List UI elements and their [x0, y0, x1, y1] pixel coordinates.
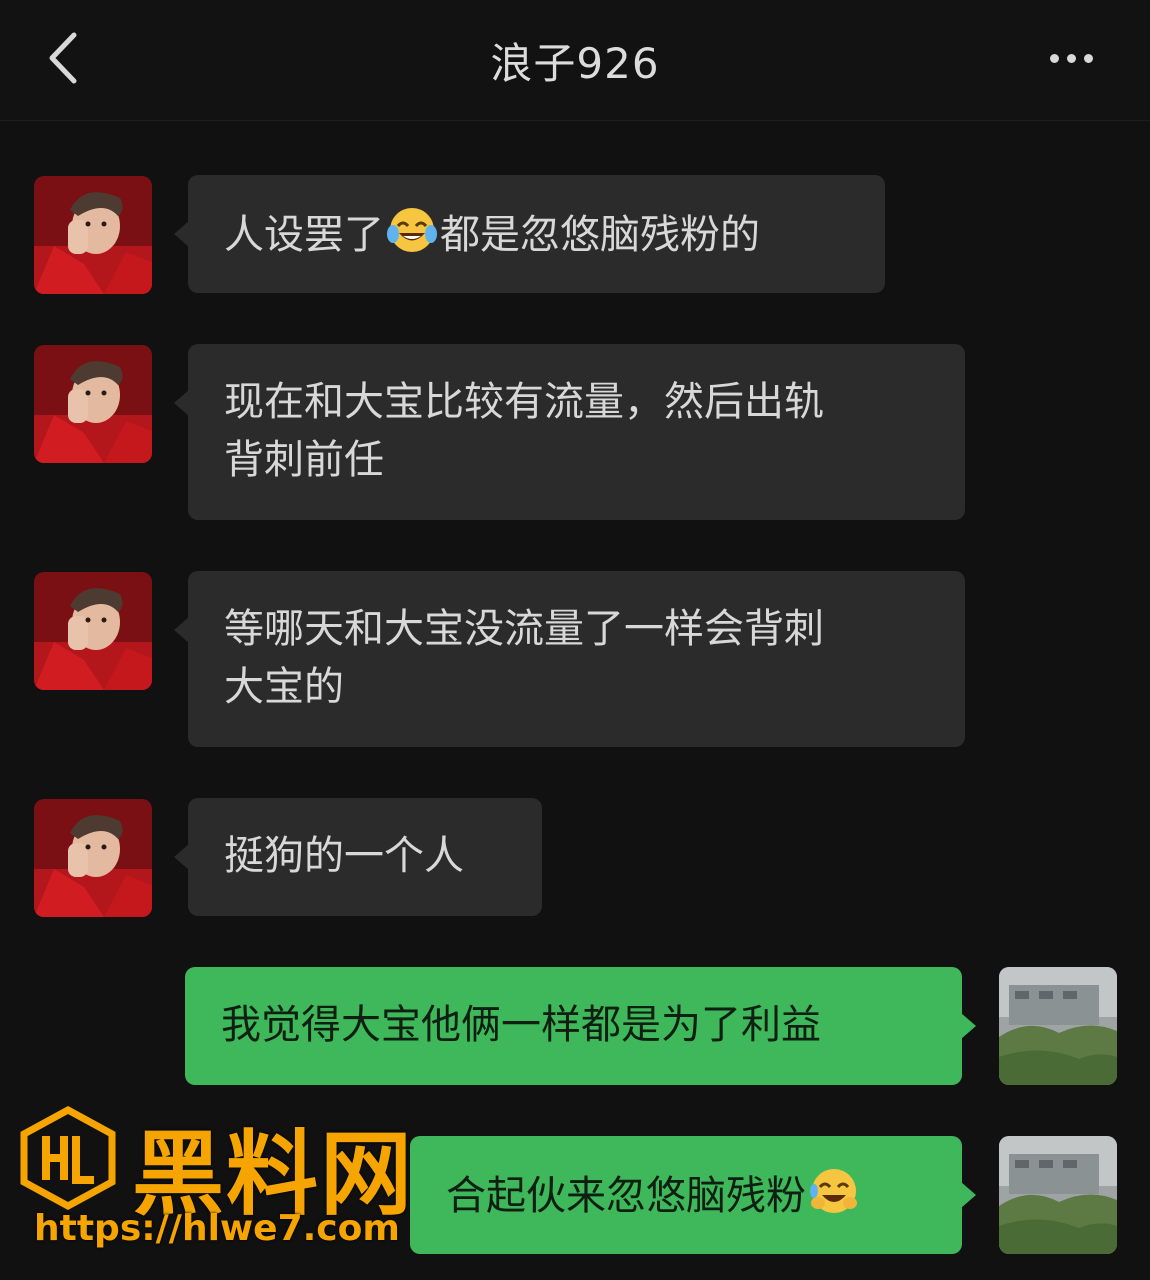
- rolling-laughing-emoji-icon: [810, 1169, 857, 1213]
- message-text-line: 现在和大宝比较有流量，然后出轨: [224, 379, 824, 425]
- my-avatar[interactable]: [999, 967, 1117, 1085]
- sender-avatar[interactable]: [34, 176, 152, 294]
- message-text-line: 等哪天和大宝没流量了一样会背刺: [224, 606, 824, 652]
- tears-of-joy-emoji-icon: [387, 208, 437, 252]
- message-bubble-incoming[interactable]: 等哪天和大宝没流量了一样会背刺 大宝的: [174, 571, 965, 747]
- message-text: 我觉得大宝他俩一样都是为了利益: [221, 1002, 821, 1048]
- message-text-line: 大宝的: [224, 664, 344, 710]
- watermark: 黑料网 https://hlwe7.com: [14, 1100, 464, 1260]
- message-text: 人设罢了: [224, 212, 384, 258]
- message-text: 合起伙来忽悠脑残粉: [446, 1173, 806, 1219]
- more-dot-3: [1083, 53, 1093, 63]
- more-dots-icon: [1049, 53, 1059, 63]
- chat-title: 浪子926: [490, 39, 660, 88]
- my-avatar[interactable]: [999, 1136, 1117, 1254]
- chat-header: 浪子926: [0, 0, 1150, 121]
- more-dot-2: [1066, 53, 1076, 63]
- sender-avatar[interactable]: [34, 572, 152, 690]
- message-bubble-incoming[interactable]: 现在和大宝比较有流量，然后出轨 背刺前任: [174, 344, 965, 520]
- message-text: 挺狗的一个人: [224, 833, 464, 879]
- message-bubble-incoming[interactable]: 挺狗的一个人: [174, 798, 542, 916]
- message-text-line: 背刺前任: [224, 437, 384, 483]
- sender-avatar[interactable]: [34, 345, 152, 463]
- message-text-cont: 都是忽悠脑残粉的: [440, 212, 760, 258]
- message-bubble-outgoing[interactable]: 合起伙来忽悠脑残粉: [410, 1136, 976, 1254]
- hl-logo-icon: [20, 1106, 116, 1210]
- more-button[interactable]: [1036, 40, 1106, 76]
- watermark-url: https://hlwe7.com: [34, 1208, 400, 1249]
- message-bubble-outgoing[interactable]: 我觉得大宝他俩一样都是为了利益: [185, 967, 976, 1085]
- sender-avatar[interactable]: [34, 799, 152, 917]
- message-bubble-incoming[interactable]: 人设罢了 都是忽悠脑残粉的: [174, 175, 885, 293]
